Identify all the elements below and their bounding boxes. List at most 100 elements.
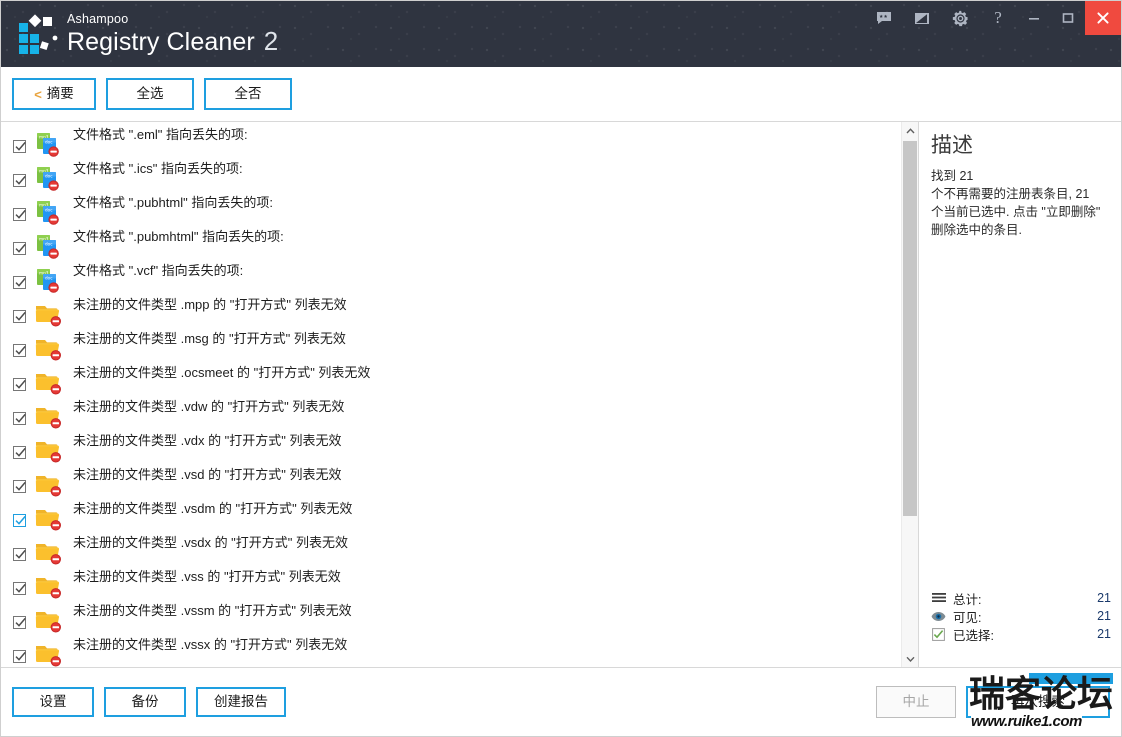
- title-bar: Ashampoo Registry Cleaner 2 ?: [1, 1, 1121, 67]
- list-item[interactable]: mp3 doc 文件格式 ".pubhtml" 指向丢失的项:: [1, 192, 901, 226]
- list-item-checkbox[interactable]: [13, 412, 26, 425]
- list-item[interactable]: 未注册的文件类型 .vssm 的 "打开方式" 列表无效: [1, 600, 901, 634]
- list-item[interactable]: mp3 doc 文件格式 ".ics" 指向丢失的项:: [1, 158, 901, 192]
- folder-blocked-icon: [34, 538, 64, 568]
- checkmark-icon: [15, 345, 26, 355]
- list-item-checkbox[interactable]: [13, 514, 26, 527]
- summary-button[interactable]: < 摘要: [12, 78, 96, 110]
- list-item-checkbox[interactable]: [13, 616, 26, 629]
- stat-value: 21: [1097, 609, 1111, 623]
- checkmark-icon: [15, 549, 26, 559]
- folder-blocked-icon: [35, 306, 61, 327]
- list-item[interactable]: 未注册的文件类型 .vsd 的 "打开方式" 列表无效: [1, 464, 901, 498]
- question-mark-icon: ?: [994, 8, 1002, 27]
- list-item-checkbox[interactable]: [13, 310, 26, 323]
- folder-blocked-icon: [35, 408, 61, 429]
- folder-blocked-icon: [34, 368, 64, 398]
- list-item-checkbox[interactable]: [13, 276, 26, 289]
- news-banner-button[interactable]: [903, 1, 941, 35]
- list-item-checkbox[interactable]: [13, 378, 26, 391]
- list-item[interactable]: 未注册的文件类型 .vdw 的 "打开方式" 列表无效: [1, 396, 901, 430]
- list-item[interactable]: 未注册的文件类型 .vsdm 的 "打开方式" 列表无效: [1, 498, 901, 532]
- select-none-button[interactable]: 全否: [204, 78, 292, 110]
- folder-blocked-icon: [35, 476, 61, 497]
- list-item[interactable]: 未注册的文件类型 .mpp 的 "打开方式" 列表无效: [1, 294, 901, 328]
- stat-value: 21: [1097, 627, 1111, 641]
- folder-blocked-icon: [35, 544, 61, 565]
- checkmark-icon: [15, 379, 26, 389]
- scroll-down-button[interactable]: [902, 650, 918, 667]
- list-item-label: 未注册的文件类型 .mpp 的 "打开方式" 列表无效: [73, 297, 347, 312]
- folder-blocked-icon: [34, 300, 64, 330]
- list-item[interactable]: 未注册的文件类型 .vss 的 "打开方式" 列表无效: [1, 566, 901, 600]
- list-item-label: 未注册的文件类型 .vdw 的 "打开方式" 列表无效: [73, 399, 345, 414]
- file-doc-blocked-icon: mp3doc: [37, 167, 59, 191]
- list-item-checkbox[interactable]: [13, 174, 26, 187]
- list-item-checkbox[interactable]: [13, 650, 26, 663]
- checkmark-icon: [15, 515, 26, 525]
- help-button[interactable]: ?: [979, 1, 1017, 35]
- list-item[interactable]: mp3 doc 文件格式 ".eml" 指向丢失的项:: [1, 124, 901, 158]
- list-item-label: 未注册的文件类型 .vsdx 的 "打开方式" 列表无效: [73, 535, 349, 550]
- main-area: mp3 doc 文件格式 ".eml" 指向丢失的项: mp3 doc 文件格式 ".ic…: [1, 122, 1121, 667]
- maximize-button[interactable]: [1051, 1, 1085, 35]
- create-report-button[interactable]: 创建报告: [196, 686, 286, 717]
- svg-text:doc: doc: [45, 242, 53, 247]
- brand-version: 2: [263, 26, 279, 57]
- list-item-label: 文件格式 ".pubmhtml" 指向丢失的项:: [73, 229, 284, 244]
- file-doc-blocked-icon: mp3doc: [37, 201, 59, 225]
- list-item-label: 文件格式 ".eml" 指向丢失的项:: [73, 127, 248, 142]
- folder-blocked-icon: [35, 578, 61, 599]
- settings-button[interactable]: [941, 1, 979, 35]
- stat-row: 可见: 21: [931, 607, 1111, 625]
- list-item[interactable]: 未注册的文件类型 .vssx 的 "打开方式" 列表无效: [1, 634, 901, 667]
- list-item-checkbox[interactable]: [13, 582, 26, 595]
- list-scrollbar[interactable]: [901, 122, 918, 667]
- checkmark-icon: [15, 209, 26, 219]
- stats-list: 总计: 21 可见: 21 已选择: 21: [931, 589, 1111, 643]
- backup-button[interactable]: 备份: [104, 686, 186, 717]
- checkmark-icon: [15, 175, 26, 185]
- list-item[interactable]: 未注册的文件类型 .vsdx 的 "打开方式" 列表无效: [1, 532, 901, 566]
- list-item-label: 未注册的文件类型 .vssx 的 "打开方式" 列表无效: [73, 637, 348, 652]
- scroll-up-button[interactable]: [902, 122, 918, 139]
- list-item-checkbox[interactable]: [13, 208, 26, 221]
- folder-blocked-icon: [34, 470, 64, 500]
- stat-value: 21: [1097, 591, 1111, 605]
- settings-footer-button[interactable]: 设置: [12, 686, 94, 717]
- select-all-button[interactable]: 全选: [106, 78, 194, 110]
- create-report-label: 创建报告: [214, 693, 268, 709]
- list-item-label: 未注册的文件类型 .msg 的 "打开方式" 列表无效: [73, 331, 346, 346]
- list-item-label: 未注册的文件类型 .vss 的 "打开方式" 列表无效: [73, 569, 341, 584]
- list-item-checkbox[interactable]: [13, 140, 26, 153]
- file-doc-blocked-icon: mp3doc: [34, 232, 64, 262]
- list-item-checkbox[interactable]: [13, 344, 26, 357]
- list-item[interactable]: 未注册的文件类型 .msg 的 "打开方式" 列表无效: [1, 328, 901, 362]
- list-item-checkbox[interactable]: [13, 548, 26, 561]
- brand-subtitle: Ashampoo: [67, 11, 129, 26]
- select-none-label: 全否: [234, 86, 262, 102]
- file-doc-blocked-icon: mp3doc: [37, 235, 59, 259]
- app-logo-icon: [15, 12, 61, 56]
- scrollbar-thumb[interactable]: [903, 141, 917, 516]
- list-item-checkbox[interactable]: [13, 242, 26, 255]
- results-list: mp3 doc 文件格式 ".eml" 指向丢失的项: mp3 doc 文件格式 ".ic…: [1, 122, 901, 667]
- list-item-label: 未注册的文件类型 .vsd 的 "打开方式" 列表无效: [73, 467, 342, 482]
- folder-blocked-icon: [34, 606, 64, 636]
- list-item[interactable]: 未注册的文件类型 .ocsmeet 的 "打开方式" 列表无效: [1, 362, 901, 396]
- minimize-button[interactable]: [1017, 1, 1051, 35]
- list-item[interactable]: mp3 doc 文件格式 ".pubmhtml" 指向丢失的项:: [1, 226, 901, 260]
- list-item-label: 未注册的文件类型 .vsdm 的 "打开方式" 列表无效: [73, 501, 353, 516]
- list-item-label: 未注册的文件类型 .vdx 的 "打开方式" 列表无效: [73, 433, 342, 448]
- list-item[interactable]: 未注册的文件类型 .vdx 的 "打开方式" 列表无效: [1, 430, 901, 464]
- feedback-button[interactable]: [865, 1, 903, 35]
- abort-label: 中止: [902, 693, 930, 709]
- list-item[interactable]: mp3 doc 文件格式 ".vcf" 指向丢失的项:: [1, 260, 901, 294]
- checkbox-icon: [931, 627, 946, 641]
- stat-row: 已选择: 21: [931, 625, 1111, 643]
- close-button[interactable]: [1085, 1, 1121, 35]
- folder-blocked-icon: [35, 510, 61, 531]
- list-item-checkbox[interactable]: [13, 446, 26, 459]
- list-item-checkbox[interactable]: [13, 480, 26, 493]
- rescan-button[interactable]: 再次搜索: [966, 685, 1110, 718]
